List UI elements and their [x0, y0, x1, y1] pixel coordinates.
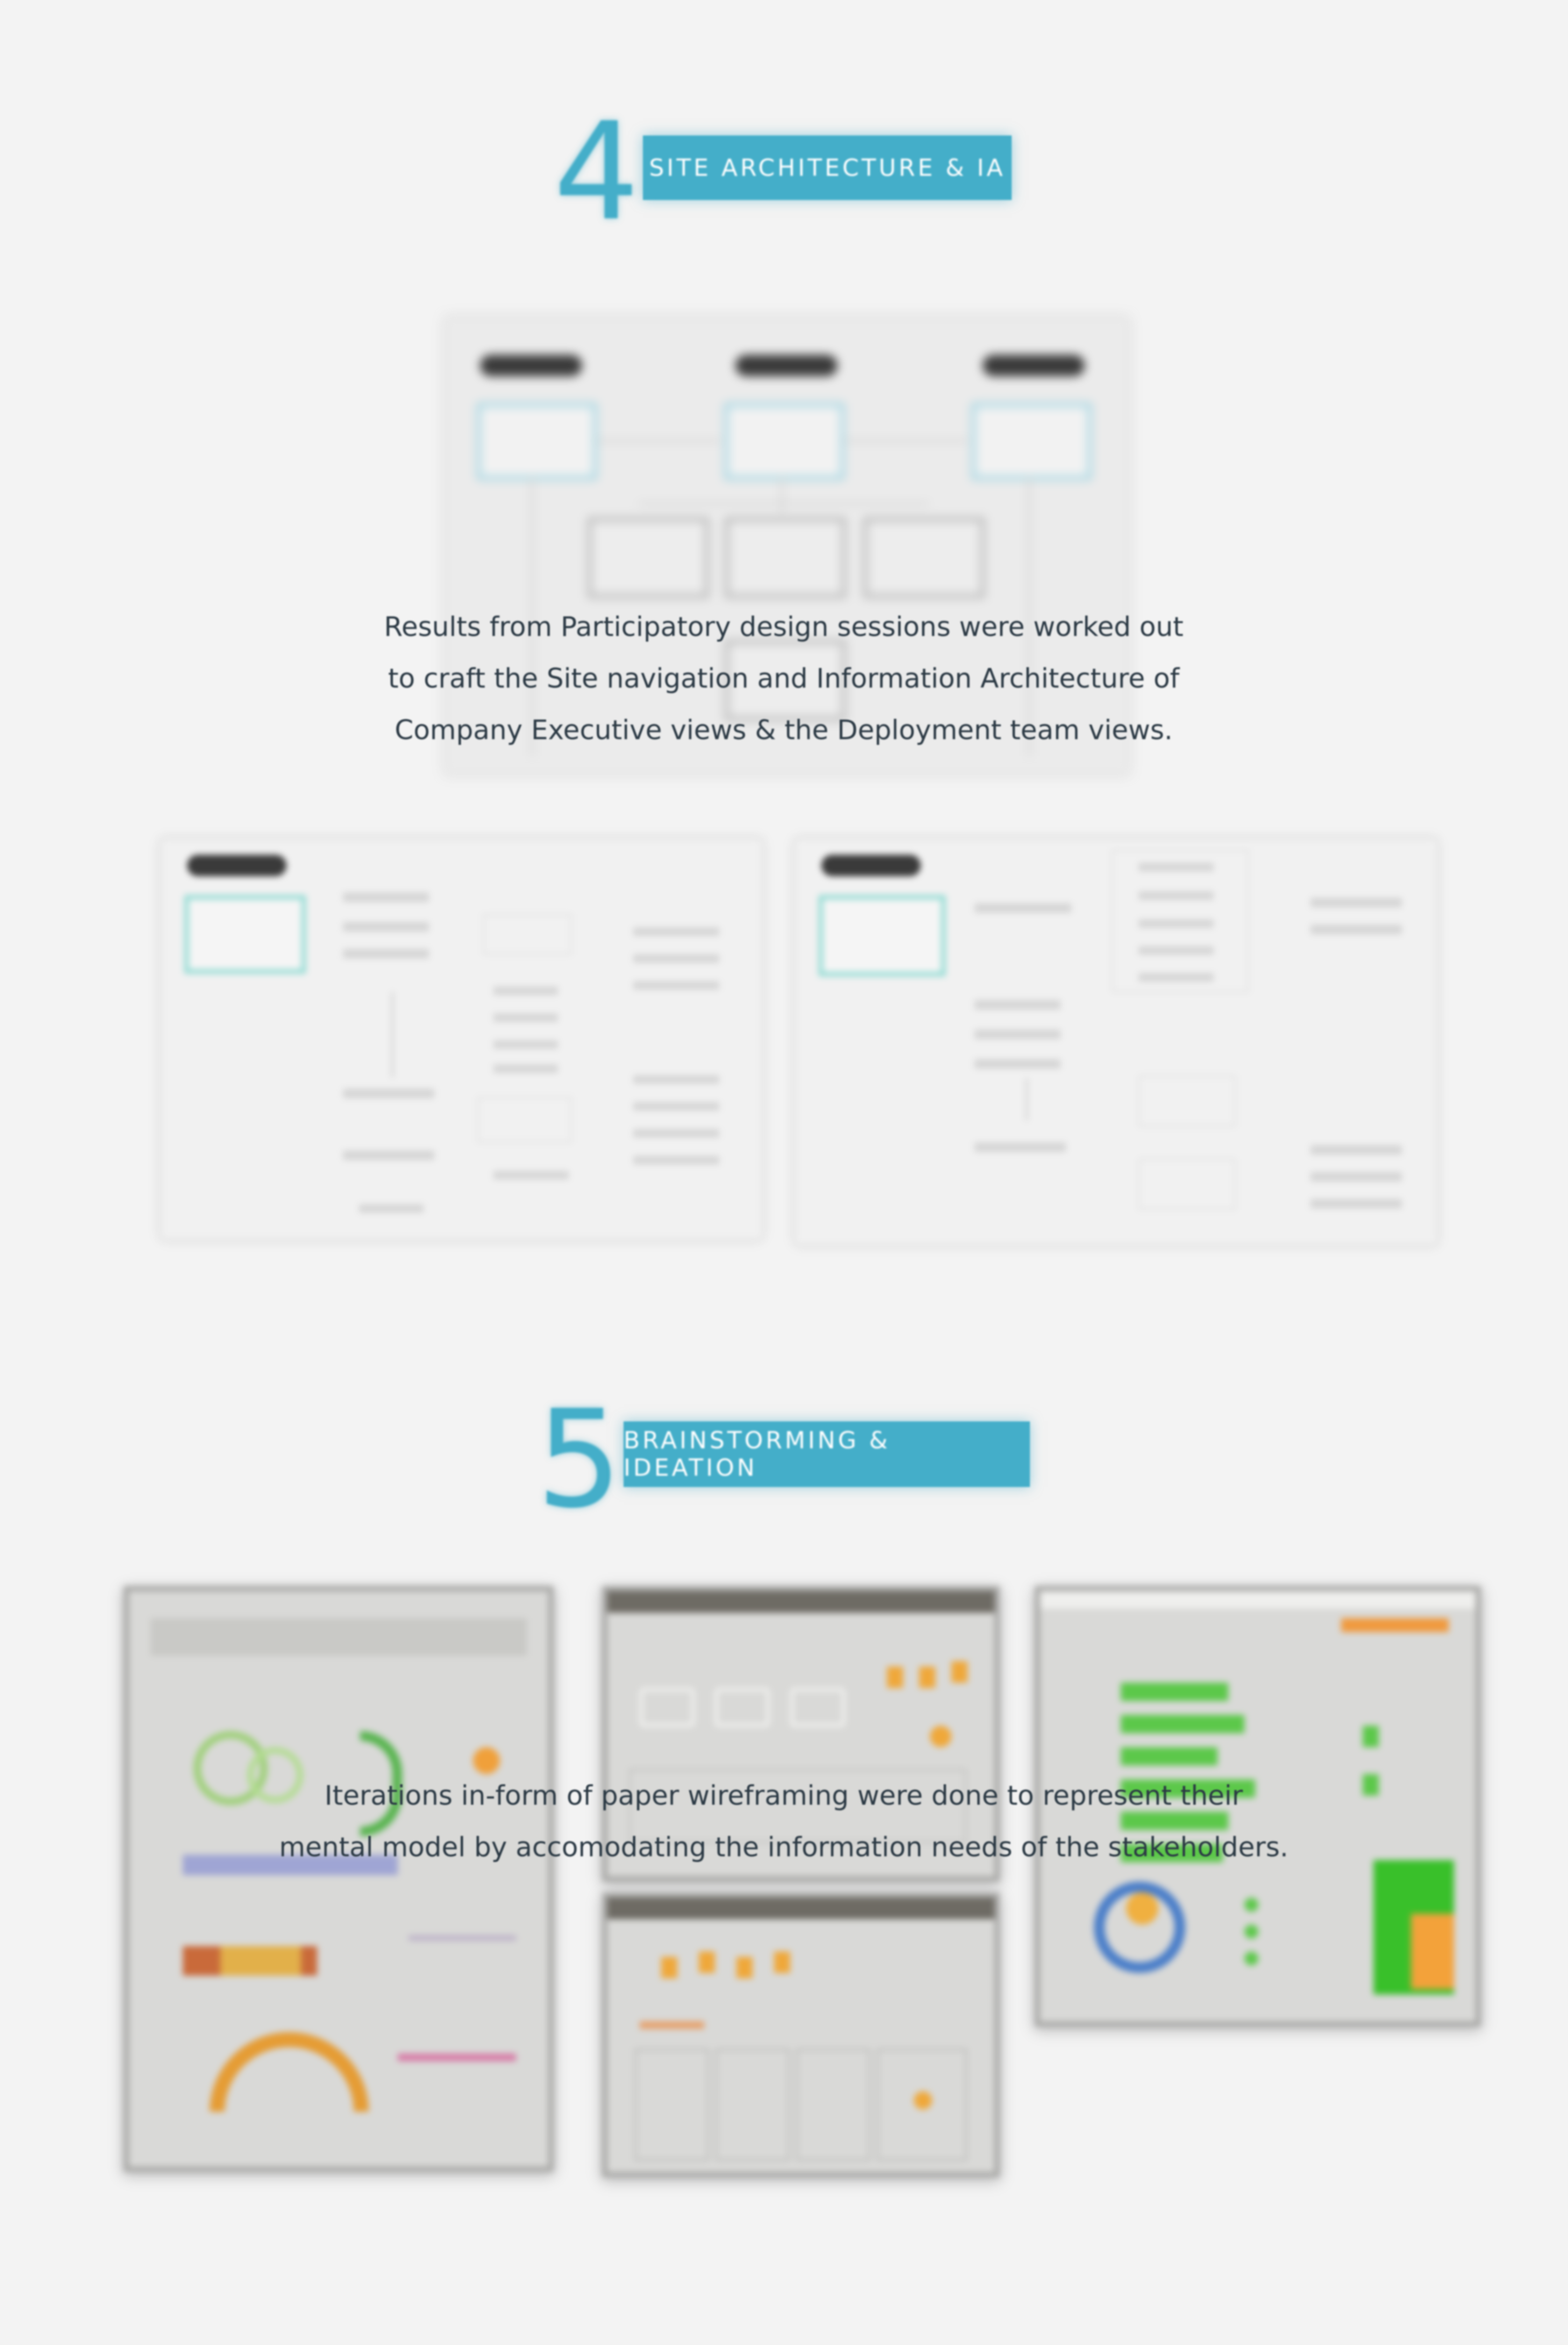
section-4-title-badge: SITE ARCHITECTURE & IA — [643, 135, 1012, 200]
ia-diagram-executive-view — [160, 839, 765, 1242]
wireframe-photo-1 — [124, 1586, 554, 2172]
wireframe-photo-3 — [602, 1892, 1000, 2177]
section-5-caption-line-1: Iterations in-form of paper wireframing … — [324, 1780, 1243, 1811]
section-4-number: 4 — [554, 94, 640, 250]
section-4-caption-line-2: to craft the Site navigation and Informa… — [388, 663, 1180, 694]
section-5-caption-line-2: mental model by accomodating the informa… — [279, 1832, 1288, 1863]
section-5-caption: Iterations in-form of paper wireframing … — [85, 1770, 1483, 1873]
section-4-caption: Results from Participatory design sessio… — [300, 601, 1268, 756]
ia-diagram-deployment-view — [794, 839, 1440, 1247]
section-4-caption-line-3: Company Executive views & the Deployment… — [395, 714, 1173, 746]
section-4-caption-line-1: Results from Participatory design sessio… — [384, 611, 1184, 642]
section-5-number: 5 — [536, 1381, 622, 1538]
section-5-title-badge: BRAINSTORMING & IDEATION — [624, 1421, 1030, 1487]
